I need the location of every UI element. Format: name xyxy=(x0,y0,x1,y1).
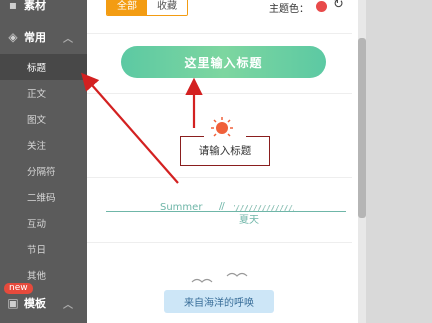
sidebar-item-divider[interactable]: 分隔符 xyxy=(0,158,87,184)
refresh-icon[interactable]: ↻ xyxy=(333,0,344,12)
layers-icon: ◈ xyxy=(8,30,18,44)
sidebar-category-label: 模板 xyxy=(24,297,46,310)
sidebar-item-holiday[interactable]: 节日 xyxy=(0,236,87,262)
template-title-pill[interactable]: 这里输入标题 xyxy=(121,46,326,78)
template-panel: 全部 收藏 主题色： ↻ 这里输入标题 请输入标题 Summer // 夏天 来… xyxy=(87,0,362,323)
sidebar-item-label: 图文 xyxy=(27,115,47,126)
theme-color-swatch[interactable] xyxy=(316,1,327,12)
sea-title-text: 来自海洋的呼唤 xyxy=(184,298,254,309)
template-boxed-title[interactable]: 请输入标题 xyxy=(180,136,270,166)
divider xyxy=(87,93,352,94)
sidebar-item-follow[interactable]: 关注 xyxy=(0,132,87,158)
summer-underline xyxy=(106,211,346,212)
summer-cn-text: 夏天 xyxy=(239,215,259,226)
chevron-up-icon: ︿ xyxy=(63,299,73,311)
tab-all[interactable]: 全部 xyxy=(107,0,147,15)
divider xyxy=(87,242,352,243)
sidebar-item-image-text[interactable]: 图文 xyxy=(0,106,87,132)
template-icon: ▣ xyxy=(7,296,19,310)
theme-color-label: 主题色： xyxy=(269,4,309,15)
template-sea-title[interactable]: 来自海洋的呼唤 xyxy=(164,290,274,313)
chevron-up-icon: ︿ xyxy=(63,33,73,45)
sidebar-item-label: 二维码 xyxy=(27,193,56,204)
sidebar-item-label: 节日 xyxy=(27,245,47,256)
sidebar-item-label: 其他 xyxy=(27,271,47,282)
divider xyxy=(87,33,352,34)
sidebar-category-label: 素材 xyxy=(24,0,46,12)
boxed-title-text: 请输入标题 xyxy=(198,145,252,157)
sidebar-item-qrcode[interactable]: 二维码 xyxy=(0,184,87,210)
sidebar-item-label: 标题 xyxy=(27,63,47,74)
divider xyxy=(87,177,352,178)
sidebar-item-label: 关注 xyxy=(27,141,47,152)
sidebar-item-title[interactable]: 标题 xyxy=(0,54,87,80)
sidebar-category-material[interactable]: ▪ 素材 xyxy=(0,0,87,18)
sidebar-category-template[interactable]: ▣ 模板 ︿ xyxy=(0,290,87,316)
sidebar-item-interaction[interactable]: 互动 xyxy=(0,210,87,236)
sidebar: ▪ 素材 ◈ 常用 ︿ 标题 正文 图文 关注 分隔符 二维码 互动 节日 其他… xyxy=(0,0,87,323)
tab-favorites[interactable]: 收藏 xyxy=(147,0,187,15)
sidebar-item-label: 正文 xyxy=(27,89,47,100)
seagull-icon xyxy=(191,272,248,283)
sidebar-item-label: 互动 xyxy=(27,219,47,230)
sidebar-category-label: 常用 xyxy=(24,31,46,44)
scrollbar-thumb[interactable] xyxy=(358,38,366,218)
sidebar-item-label: 分隔符 xyxy=(27,167,56,178)
folder-icon: ▪ xyxy=(8,0,18,12)
filter-tabs: 全部 收藏 xyxy=(106,0,188,16)
sidebar-category-common[interactable]: ◈ 常用 ︿ xyxy=(0,24,87,50)
sidebar-item-body[interactable]: 正文 xyxy=(0,80,87,106)
